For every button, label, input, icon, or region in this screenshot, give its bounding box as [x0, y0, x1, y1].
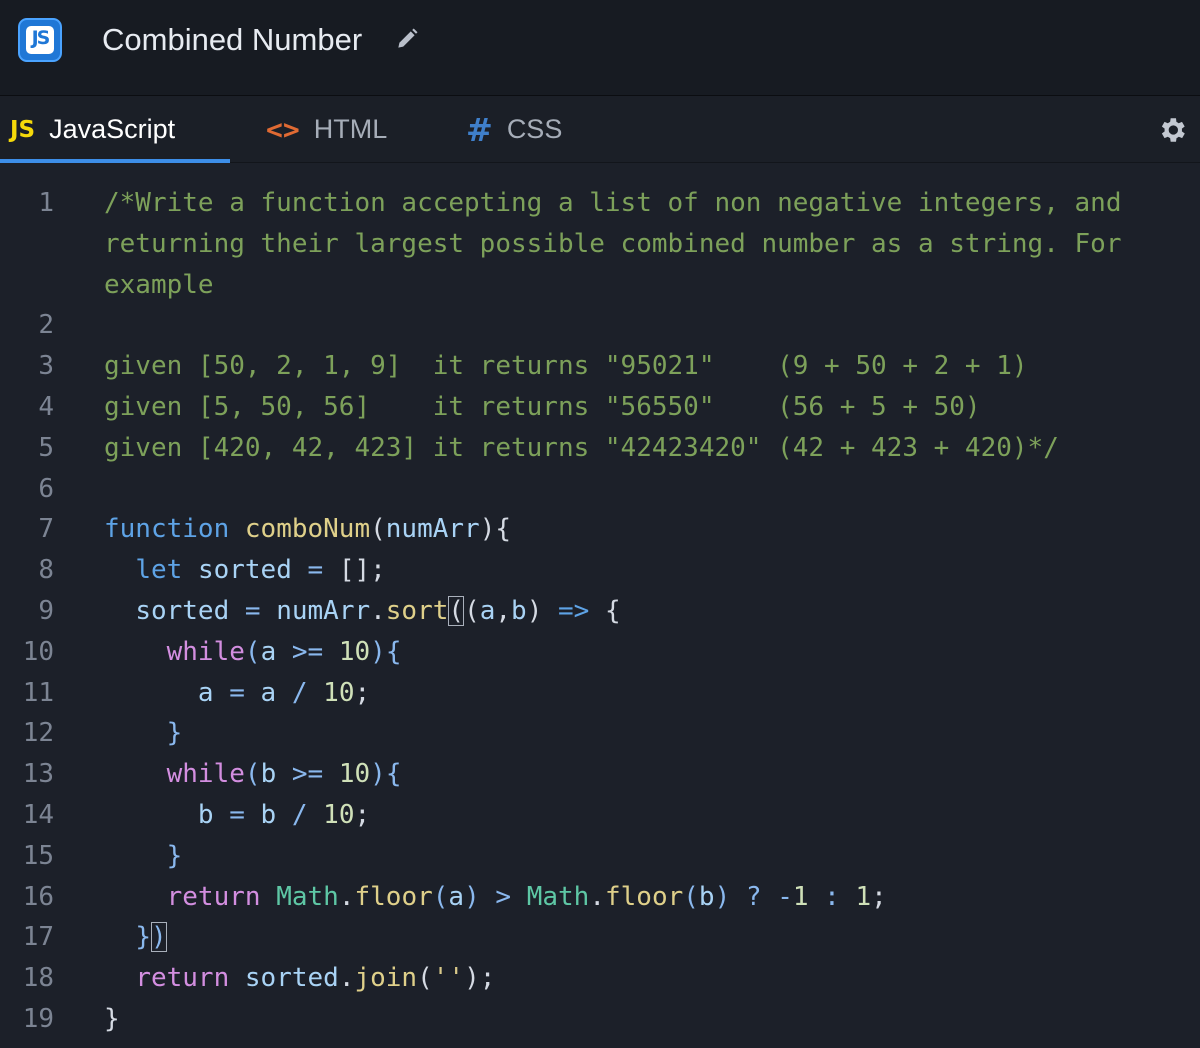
- line-number: 16: [22, 881, 54, 912]
- code-text: given [50, 2, 1, 9] it returns "95021" (…: [104, 351, 1028, 382]
- project-title[interactable]: Combined Number: [102, 22, 362, 58]
- code-brackets-icon: <>: [266, 113, 300, 146]
- code-text: return Math.floor(a) > Math.floor(b) ? -…: [166, 881, 887, 912]
- line-number: 15: [22, 840, 54, 871]
- code-line: 5 given [420, 42, 423] it returns "42423…: [0, 428, 1200, 469]
- code-line: 14 b = b / 10;: [0, 795, 1200, 836]
- code-line: 13 while(b >= 10){: [0, 754, 1200, 795]
- tab-label: JavaScript: [49, 114, 176, 144]
- line-number: 11: [22, 677, 54, 708]
- line-number: 7: [38, 514, 54, 545]
- code-line: 12 }: [0, 713, 1200, 754]
- code-line: 10 while(a >= 10){: [0, 632, 1200, 673]
- code-editor[interactable]: 1 /*Write a function accepting a list of…: [0, 163, 1200, 1048]
- pencil-icon[interactable]: [394, 26, 420, 52]
- line-number: 5: [38, 432, 54, 463]
- code-text: given [5, 50, 56] it returns "56550" (56…: [104, 391, 981, 422]
- tab-javascript[interactable]: JS JavaScript: [0, 96, 230, 163]
- code-text: }): [135, 922, 167, 953]
- code-text: return sorted.join('');: [135, 963, 496, 994]
- tab-html[interactable]: <> HTML: [266, 96, 387, 163]
- code-text: }: [166, 840, 183, 871]
- code-line: 8 let sorted = [];: [0, 550, 1200, 591]
- line-number: 12: [22, 718, 54, 749]
- line-number: 3: [38, 351, 54, 382]
- code-line: 15 }: [0, 836, 1200, 877]
- logo-text: JS: [31, 27, 51, 49]
- code-text: a = a / 10;: [197, 677, 371, 708]
- code-text: while(a >= 10){: [166, 636, 402, 667]
- code-text: sorted = numArr.sort((a,b) => {: [135, 595, 621, 626]
- code-text: b = b / 10;: [197, 799, 371, 830]
- code-text: }: [104, 1003, 120, 1034]
- line-number: 4: [38, 391, 54, 422]
- line-number: 8: [38, 555, 54, 586]
- line-number: 9: [38, 595, 54, 626]
- code-line: 3 given [50, 2, 1, 9] it returns "95021"…: [0, 346, 1200, 387]
- line-number: 14: [22, 799, 54, 830]
- hash-icon: #: [466, 110, 493, 149]
- line-number: 2: [38, 310, 54, 341]
- code-line: 11 a = a / 10;: [0, 673, 1200, 714]
- code-line: 9 sorted = numArr.sort((a,b) => {: [0, 591, 1200, 632]
- js-logo-icon: JS: [18, 18, 62, 62]
- code-text: }: [166, 718, 183, 749]
- js-icon: JS: [10, 116, 36, 143]
- code-line: 2: [0, 305, 1200, 346]
- tab-label: CSS: [506, 114, 563, 144]
- line-number: 17: [22, 922, 54, 953]
- code-line: 1 /*Write a function accepting a list of…: [0, 183, 1200, 305]
- code-line: 18 return sorted.join('');: [0, 958, 1200, 999]
- tab-css[interactable]: # CSS: [466, 96, 562, 163]
- code-text: function comboNum(numArr){: [104, 514, 512, 545]
- line-number: 13: [22, 759, 54, 790]
- code-line: 17 }): [0, 917, 1200, 958]
- tab-label: HTML: [313, 114, 388, 144]
- editor-tab-bar: JS JavaScript <> HTML # CSS: [0, 96, 1200, 163]
- line-number: 19: [22, 1003, 54, 1034]
- line-number: 10: [22, 636, 54, 667]
- line-number: 1: [38, 188, 54, 218]
- line-number: 18: [22, 963, 54, 994]
- code-line: 19 }: [0, 999, 1200, 1040]
- code-text: let sorted = [];: [135, 555, 386, 586]
- code-line: 4 given [5, 50, 56] it returns "56550" (…: [0, 387, 1200, 428]
- code-line: 6: [0, 469, 1200, 510]
- code-text: while(b >= 10){: [166, 759, 402, 790]
- gear-icon[interactable]: [1156, 114, 1188, 146]
- title-bar: JS Combined Number: [0, 0, 1200, 96]
- code-line: 7 function comboNum(numArr){: [0, 509, 1200, 550]
- line-number: 6: [38, 473, 54, 504]
- code-line: 16 return Math.floor(a) > Math.floor(b) …: [0, 877, 1200, 918]
- code-text: given [420, 42, 423] it returns "4242342…: [104, 432, 1059, 463]
- code-text: /*Write a function accepting a list of n…: [104, 188, 1138, 300]
